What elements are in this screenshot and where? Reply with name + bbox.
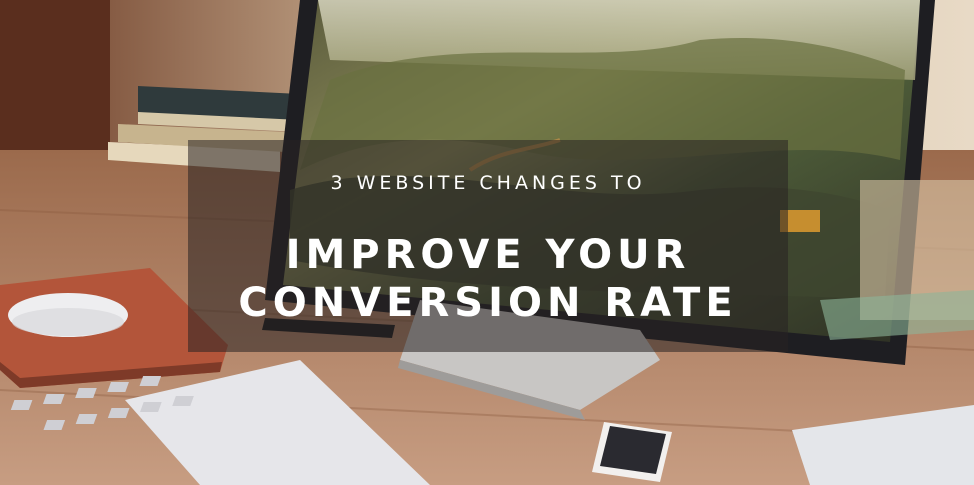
headline-title-line2: CONVERSION RATE <box>238 280 738 326</box>
shelf-left <box>0 0 110 170</box>
hero-banner: 3 WEBSITE CHANGES TO IMPROVE YOUR CONVER… <box>0 0 974 485</box>
headline-subtitle: 3 WEBSITE CHANGES TO <box>330 172 646 194</box>
phone <box>592 422 672 482</box>
headline-title-line1: IMPROVE YOUR <box>285 232 691 278</box>
